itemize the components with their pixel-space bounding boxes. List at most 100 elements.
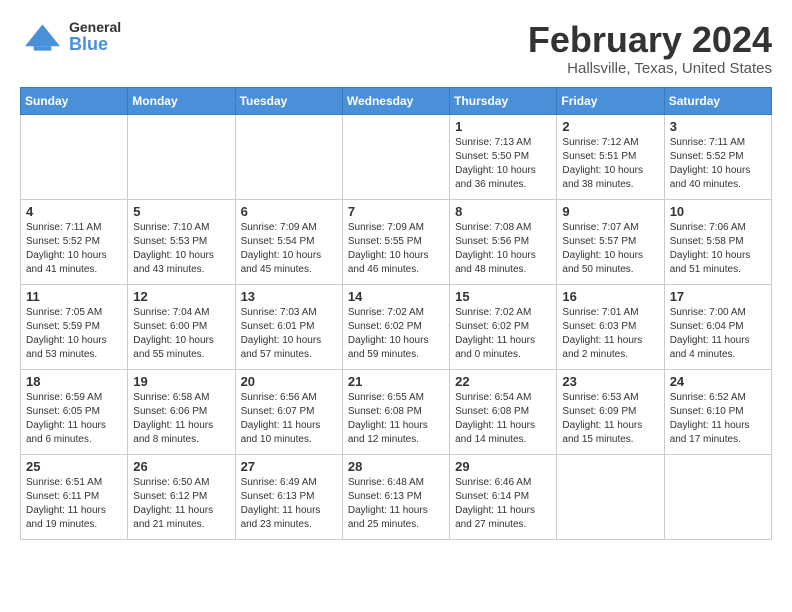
day-number: 9 bbox=[562, 204, 658, 219]
day-number: 27 bbox=[241, 459, 337, 474]
day-number: 13 bbox=[241, 289, 337, 304]
weekday-header-cell: Thursday bbox=[450, 87, 557, 114]
day-number: 10 bbox=[670, 204, 766, 219]
calendar-cell: 12Sunrise: 7:04 AM Sunset: 6:00 PM Dayli… bbox=[128, 284, 235, 369]
calendar-cell bbox=[128, 114, 235, 199]
day-info: Sunrise: 6:56 AM Sunset: 6:07 PM Dayligh… bbox=[241, 391, 337, 447]
month-title: February 2024 bbox=[528, 20, 772, 60]
calendar-cell: 17 Sunrise: 7:00 AM Sunset: 6:04 PM Dayli… bbox=[664, 284, 771, 369]
day-number: 20 bbox=[241, 374, 337, 389]
page-header: General Blue February 2024 Hallsville, T… bbox=[20, 20, 772, 77]
calendar-cell: 13 Sunrise: 7:03 AM Sunset: 6:01 PM Dayli… bbox=[235, 284, 342, 369]
calendar-week-row: 18Sunrise: 6:59 AM Sunset: 6:05 PM Dayli… bbox=[21, 369, 772, 454]
calendar-cell: 1 Sunrise: 7:13 AM Sunset: 5:50 PM Daylig… bbox=[450, 114, 557, 199]
day-info: Sunrise: 6:48 AM Sunset: 6:13 PM Dayligh… bbox=[348, 476, 444, 532]
day-info: Sunrise: 7:09 AM Sunset: 5:54 PM Dayligh… bbox=[241, 221, 337, 277]
day-info: Sunrise: 7:11 AM Sunset: 5:52 PM Dayligh… bbox=[670, 136, 766, 192]
logo-text: General Blue bbox=[69, 20, 121, 55]
day-info: Sunrise: 7:09 AM Sunset: 5:55 PM Dayligh… bbox=[348, 221, 444, 277]
calendar-cell: 11 Sunrise: 7:05 AM Sunset: 5:59 PM Dayli… bbox=[21, 284, 128, 369]
location: Hallsville, Texas, United States bbox=[528, 60, 772, 77]
calendar-cell bbox=[235, 114, 342, 199]
weekday-header-row: SundayMondayTuesdayWednesdayThursdayFrid… bbox=[21, 87, 772, 114]
day-info: Sunrise: 6:50 AM Sunset: 6:12 PM Dayligh… bbox=[133, 476, 229, 532]
logo-blue: Blue bbox=[69, 35, 121, 55]
calendar-cell: 7 Sunrise: 7:09 AM Sunset: 5:55 PM Daylig… bbox=[342, 199, 449, 284]
weekday-header-cell: Wednesday bbox=[342, 87, 449, 114]
day-number: 7 bbox=[348, 204, 444, 219]
day-info: Sunrise: 7:02 AM Sunset: 6:02 PM Dayligh… bbox=[455, 306, 551, 362]
day-number: 23 bbox=[562, 374, 658, 389]
day-info: Sunrise: 6:52 AM Sunset: 6:10 PM Dayligh… bbox=[670, 391, 766, 447]
day-info: Sunrise: 7:10 AM Sunset: 5:53 PM Dayligh… bbox=[133, 221, 229, 277]
calendar-cell: 3 Sunrise: 7:11 AM Sunset: 5:52 PM Daylig… bbox=[664, 114, 771, 199]
day-number: 16 bbox=[562, 289, 658, 304]
day-number: 17 bbox=[670, 289, 766, 304]
calendar-cell bbox=[664, 454, 771, 539]
day-info: Sunrise: 7:13 AM Sunset: 5:50 PM Dayligh… bbox=[455, 136, 551, 192]
day-number: 12 bbox=[133, 289, 229, 304]
calendar-week-row: 1 Sunrise: 7:13 AM Sunset: 5:50 PM Daylig… bbox=[21, 114, 772, 199]
day-number: 8 bbox=[455, 204, 551, 219]
day-number: 26 bbox=[133, 459, 229, 474]
calendar-cell: 29 Sunrise: 6:46 AM Sunset: 6:14 PM Dayli… bbox=[450, 454, 557, 539]
calendar-cell bbox=[557, 454, 664, 539]
calendar-cell: 25Sunrise: 6:51 AM Sunset: 6:11 PM Dayli… bbox=[21, 454, 128, 539]
day-info: Sunrise: 7:11 AM Sunset: 5:52 PM Dayligh… bbox=[26, 221, 122, 277]
calendar-cell: 5 Sunrise: 7:10 AM Sunset: 5:53 PM Daylig… bbox=[128, 199, 235, 284]
calendar-cell: 24Sunrise: 6:52 AM Sunset: 6:10 PM Dayli… bbox=[664, 369, 771, 454]
calendar-week-row: 4Sunrise: 7:11 AM Sunset: 5:52 PM Daylig… bbox=[21, 199, 772, 284]
calendar-week-row: 25Sunrise: 6:51 AM Sunset: 6:11 PM Dayli… bbox=[21, 454, 772, 539]
calendar-cell bbox=[342, 114, 449, 199]
day-number: 11 bbox=[26, 289, 122, 304]
day-info: Sunrise: 7:07 AM Sunset: 5:57 PM Dayligh… bbox=[562, 221, 658, 277]
day-info: Sunrise: 6:51 AM Sunset: 6:11 PM Dayligh… bbox=[26, 476, 122, 532]
day-number: 2 bbox=[562, 119, 658, 134]
weekday-header-cell: Friday bbox=[557, 87, 664, 114]
calendar-cell bbox=[21, 114, 128, 199]
calendar-cell: 27 Sunrise: 6:49 AM Sunset: 6:13 PM Dayli… bbox=[235, 454, 342, 539]
calendar-cell: 28Sunrise: 6:48 AM Sunset: 6:13 PM Dayli… bbox=[342, 454, 449, 539]
calendar-cell: 14 Sunrise: 7:02 AM Sunset: 6:02 PM Dayli… bbox=[342, 284, 449, 369]
logo: General Blue bbox=[20, 20, 121, 55]
calendar-cell: 20 Sunrise: 6:56 AM Sunset: 6:07 PM Dayli… bbox=[235, 369, 342, 454]
calendar-cell: 8 Sunrise: 7:08 AM Sunset: 5:56 PM Daylig… bbox=[450, 199, 557, 284]
day-info: Sunrise: 6:46 AM Sunset: 6:14 PM Dayligh… bbox=[455, 476, 551, 532]
day-number: 14 bbox=[348, 289, 444, 304]
day-info: Sunrise: 6:55 AM Sunset: 6:08 PM Dayligh… bbox=[348, 391, 444, 447]
calendar-cell: 23Sunrise: 6:53 AM Sunset: 6:09 PM Dayli… bbox=[557, 369, 664, 454]
logo-general: General bbox=[69, 20, 121, 35]
calendar-cell: 2 Sunrise: 7:12 AM Sunset: 5:51 PM Daylig… bbox=[557, 114, 664, 199]
calendar-cell: 10 Sunrise: 7:06 AM Sunset: 5:58 PM Dayli… bbox=[664, 199, 771, 284]
day-info: Sunrise: 7:08 AM Sunset: 5:56 PM Dayligh… bbox=[455, 221, 551, 277]
calendar-cell: 15 Sunrise: 7:02 AM Sunset: 6:02 PM Dayli… bbox=[450, 284, 557, 369]
calendar-cell: 16Sunrise: 7:01 AM Sunset: 6:03 PM Dayli… bbox=[557, 284, 664, 369]
day-number: 15 bbox=[455, 289, 551, 304]
day-number: 3 bbox=[670, 119, 766, 134]
day-number: 1 bbox=[455, 119, 551, 134]
calendar-table: SundayMondayTuesdayWednesdayThursdayFrid… bbox=[20, 87, 772, 540]
weekday-header-cell: Sunday bbox=[21, 87, 128, 114]
calendar-cell: 9 Sunrise: 7:07 AM Sunset: 5:57 PM Daylig… bbox=[557, 199, 664, 284]
calendar-week-row: 11 Sunrise: 7:05 AM Sunset: 5:59 PM Dayli… bbox=[21, 284, 772, 369]
day-info: Sunrise: 6:54 AM Sunset: 6:08 PM Dayligh… bbox=[455, 391, 551, 447]
calendar-cell: 26 Sunrise: 6:50 AM Sunset: 6:12 PM Dayli… bbox=[128, 454, 235, 539]
weekday-header-cell: Tuesday bbox=[235, 87, 342, 114]
day-number: 21 bbox=[348, 374, 444, 389]
calendar-cell: 21 Sunrise: 6:55 AM Sunset: 6:08 PM Dayli… bbox=[342, 369, 449, 454]
day-number: 29 bbox=[455, 459, 551, 474]
day-info: Sunrise: 7:05 AM Sunset: 5:59 PM Dayligh… bbox=[26, 306, 122, 362]
day-number: 6 bbox=[241, 204, 337, 219]
day-number: 5 bbox=[133, 204, 229, 219]
calendar-cell: 18Sunrise: 6:59 AM Sunset: 6:05 PM Dayli… bbox=[21, 369, 128, 454]
title-block: February 2024 Hallsville, Texas, United … bbox=[528, 20, 772, 77]
day-info: Sunrise: 7:02 AM Sunset: 6:02 PM Dayligh… bbox=[348, 306, 444, 362]
day-number: 22 bbox=[455, 374, 551, 389]
day-info: Sunrise: 7:06 AM Sunset: 5:58 PM Dayligh… bbox=[670, 221, 766, 277]
day-info: Sunrise: 7:12 AM Sunset: 5:51 PM Dayligh… bbox=[562, 136, 658, 192]
day-number: 18 bbox=[26, 374, 122, 389]
day-info: Sunrise: 7:03 AM Sunset: 6:01 PM Dayligh… bbox=[241, 306, 337, 362]
day-info: Sunrise: 6:58 AM Sunset: 6:06 PM Dayligh… bbox=[133, 391, 229, 447]
day-info: Sunrise: 7:00 AM Sunset: 6:04 PM Dayligh… bbox=[670, 306, 766, 362]
day-info: Sunrise: 6:49 AM Sunset: 6:13 PM Dayligh… bbox=[241, 476, 337, 532]
